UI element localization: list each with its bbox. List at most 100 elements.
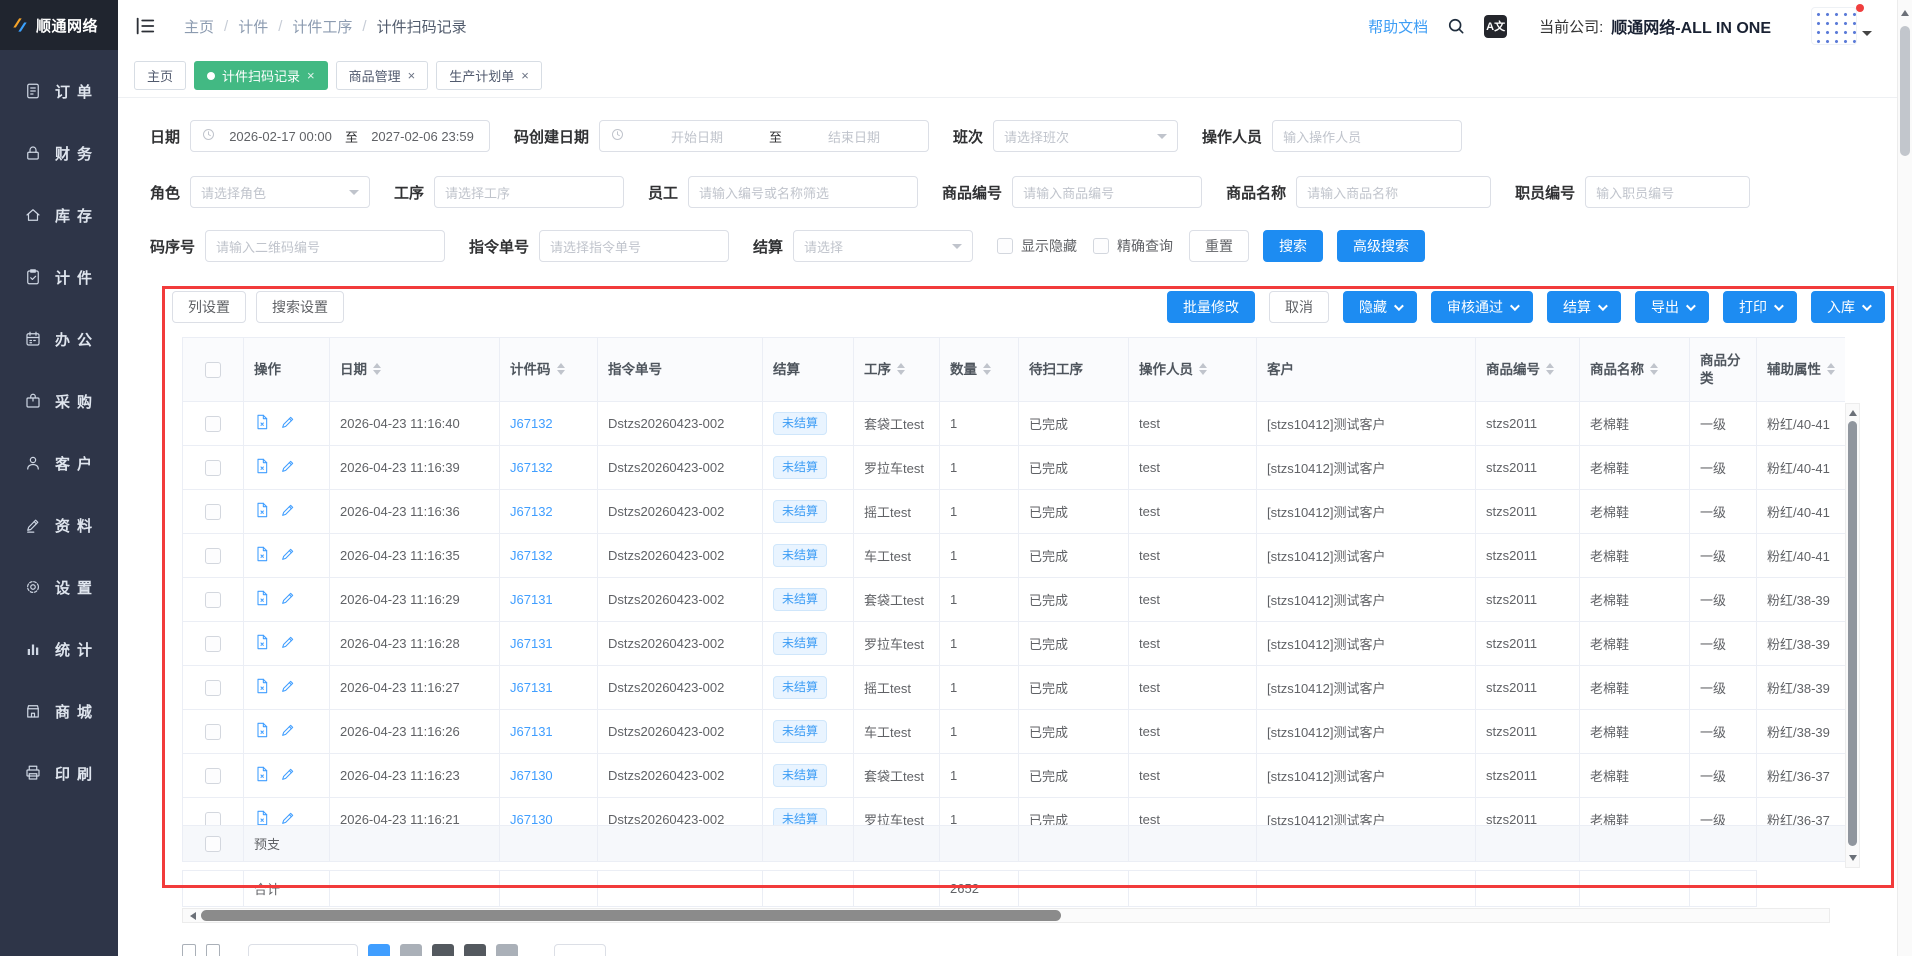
col-process[interactable]: 工序 (853, 337, 940, 402)
scrollbar-thumb[interactable] (1848, 421, 1857, 846)
sort-icon[interactable] (983, 363, 991, 376)
row-checkbox[interactable] (205, 767, 221, 784)
reset-button[interactable]: 重置 (1189, 230, 1250, 262)
detail-icon[interactable] (254, 810, 270, 825)
piece-code-link[interactable]: J67130 (510, 812, 553, 825)
code-created-range-input[interactable]: 开始日期 至 结束日期 (599, 120, 930, 152)
sidebar-item[interactable]: 库存 (0, 184, 118, 246)
page-tab[interactable]: 主页 (134, 61, 187, 90)
role-select[interactable]: 请选择角色 (190, 176, 371, 208)
sidebar-item[interactable]: 采购 (0, 370, 118, 432)
detail-icon[interactable] (254, 634, 270, 650)
breadcrumb-item[interactable]: 计件扫码记录 / (377, 16, 467, 37)
table-row[interactable]: 2026-04-23 11:16:35 J67132 Dstzs20260423-0… (182, 533, 1845, 578)
edit-icon[interactable] (280, 502, 296, 518)
sidebar-item[interactable]: 财务 (0, 122, 118, 184)
piece-code-link[interactable]: J67131 (510, 592, 553, 607)
toolbar-button[interactable]: 入库 (1811, 291, 1885, 323)
product-name-input[interactable]: 请输入商品名称 (1296, 176, 1492, 208)
sidebar-item[interactable]: 客户 (0, 432, 118, 494)
close-tab-icon[interactable]: × (521, 69, 529, 82)
sidebar-item[interactable]: 印刷 (0, 742, 118, 804)
avatar[interactable] (1811, 7, 1857, 45)
toolbar-button[interactable]: 批量修改 (1167, 291, 1255, 323)
help-docs-link[interactable]: 帮助文档 (1368, 16, 1428, 37)
piece-code-link[interactable]: J67132 (510, 416, 553, 431)
row-checkbox[interactable] (205, 503, 221, 520)
table-row[interactable]: 2026-04-23 11:16:39 J67132 Dstzs20260423-0… (182, 445, 1845, 490)
toolbar-button[interactable]: 审核通过 (1431, 291, 1533, 323)
instruction-order-input[interactable]: 请选择指令单号 (539, 230, 730, 262)
sort-icon[interactable] (1650, 363, 1658, 376)
detail-icon[interactable] (254, 722, 270, 738)
detail-icon[interactable] (254, 590, 270, 606)
table-row[interactable]: 2026-04-23 11:16:27 J67131 Dstzs20260423-0… (182, 665, 1845, 710)
sku-input[interactable]: 请输入商品编号 (1012, 176, 1203, 208)
exact-query-checkbox[interactable]: 精确查询 (1093, 236, 1173, 256)
scroll-left-arrow[interactable] (185, 910, 197, 921)
checkbox[interactable] (1093, 238, 1110, 254)
chevron-down-icon[interactable] (1862, 31, 1872, 41)
advanced-search-button[interactable]: 高级搜索 (1337, 230, 1426, 262)
piece-code-link[interactable]: J67132 (510, 504, 553, 519)
row-checkbox[interactable] (205, 591, 221, 608)
page-button[interactable] (464, 944, 486, 956)
sidebar-item[interactable]: 计件 (0, 246, 118, 308)
page-tab[interactable]: 计件扫码记录 × (194, 61, 328, 90)
col-qty[interactable]: 数量 (939, 337, 1019, 402)
row-checkbox[interactable] (205, 547, 221, 564)
sidebar-item[interactable]: 统计 (0, 618, 118, 680)
page-button[interactable] (432, 944, 454, 956)
detail-icon[interactable] (254, 502, 270, 518)
date-range-input[interactable]: 2026-02-17 00:00 至 2027-02-06 23:59 (190, 120, 491, 152)
scroll-down-arrow[interactable] (1846, 853, 1859, 867)
col-product[interactable]: 商品名称 (1579, 337, 1690, 402)
settle-select[interactable]: 请选择 (793, 230, 974, 262)
piece-code-link[interactable]: J67131 (510, 724, 553, 739)
table-row[interactable]: 2026-04-23 11:16:36 J67132 Dstzs20260423-0… (182, 489, 1845, 534)
row-checkbox[interactable] (205, 635, 221, 652)
window-scrollbar[interactable] (1897, 0, 1912, 956)
piece-code-link[interactable]: J67130 (510, 768, 553, 783)
scroll-up-arrow[interactable] (1846, 404, 1859, 418)
piece-code-link[interactable]: J67131 (510, 680, 553, 695)
col-operator[interactable]: 操作人员 (1128, 337, 1257, 402)
sort-icon[interactable] (556, 363, 565, 376)
select-all-checkbox[interactable] (205, 361, 221, 378)
sort-icon[interactable] (897, 363, 905, 376)
toolbar-button[interactable]: 导出 (1635, 291, 1709, 323)
pager-icon[interactable] (206, 944, 220, 956)
staff-no-input[interactable]: 输入职员编号 (1585, 176, 1751, 208)
col-attr[interactable]: 辅助属性 (1756, 337, 1845, 402)
table-row[interactable]: 2026-04-23 11:16:28 J67131 Dstzs20260423-0… (182, 621, 1845, 666)
row-checkbox[interactable] (205, 459, 221, 476)
qr-serial-input[interactable]: 请输入二维码编号 (205, 230, 446, 262)
sort-icon[interactable] (373, 363, 381, 376)
scroll-up-arrow[interactable] (1898, 4, 1912, 18)
piece-code-link[interactable]: J67132 (510, 460, 553, 475)
close-tab-icon[interactable]: × (307, 69, 315, 82)
page-button[interactable] (400, 944, 422, 956)
search-button[interactable]: 搜索 (1263, 230, 1324, 262)
edit-icon[interactable] (280, 810, 296, 825)
toolbar-button[interactable]: 隐藏 (1343, 291, 1417, 323)
col-sku[interactable]: 商品编号 (1475, 337, 1580, 402)
edit-icon[interactable] (280, 722, 296, 738)
sidebar-item[interactable]: 商城 (0, 680, 118, 742)
table-row[interactable]: 2026-04-23 11:16:21 J67130 Dstzs20260423-0… (182, 797, 1845, 825)
toolbar-button[interactable]: 结算 (1547, 291, 1621, 323)
edit-icon[interactable] (280, 634, 296, 650)
translate-icon[interactable]: A文 (1484, 14, 1508, 38)
detail-icon[interactable] (254, 458, 270, 474)
table-row[interactable]: 2026-04-23 11:16:29 J67131 Dstzs20260423-0… (182, 577, 1845, 622)
operator-input[interactable]: 输入操作人员 (1272, 120, 1463, 152)
sort-icon[interactable] (1199, 363, 1207, 376)
scrollbar-thumb[interactable] (1900, 26, 1910, 156)
table-row[interactable]: 2026-04-23 11:16:26 J67131 Dstzs20260423-0… (182, 709, 1845, 754)
col-date[interactable]: 日期 (329, 337, 500, 402)
user-menu[interactable] (1811, 4, 1872, 45)
row-checkbox[interactable] (205, 723, 221, 740)
detail-icon[interactable] (254, 766, 270, 782)
shift-select[interactable]: 请选择班次 (993, 120, 1179, 152)
sort-icon[interactable] (1827, 363, 1835, 376)
